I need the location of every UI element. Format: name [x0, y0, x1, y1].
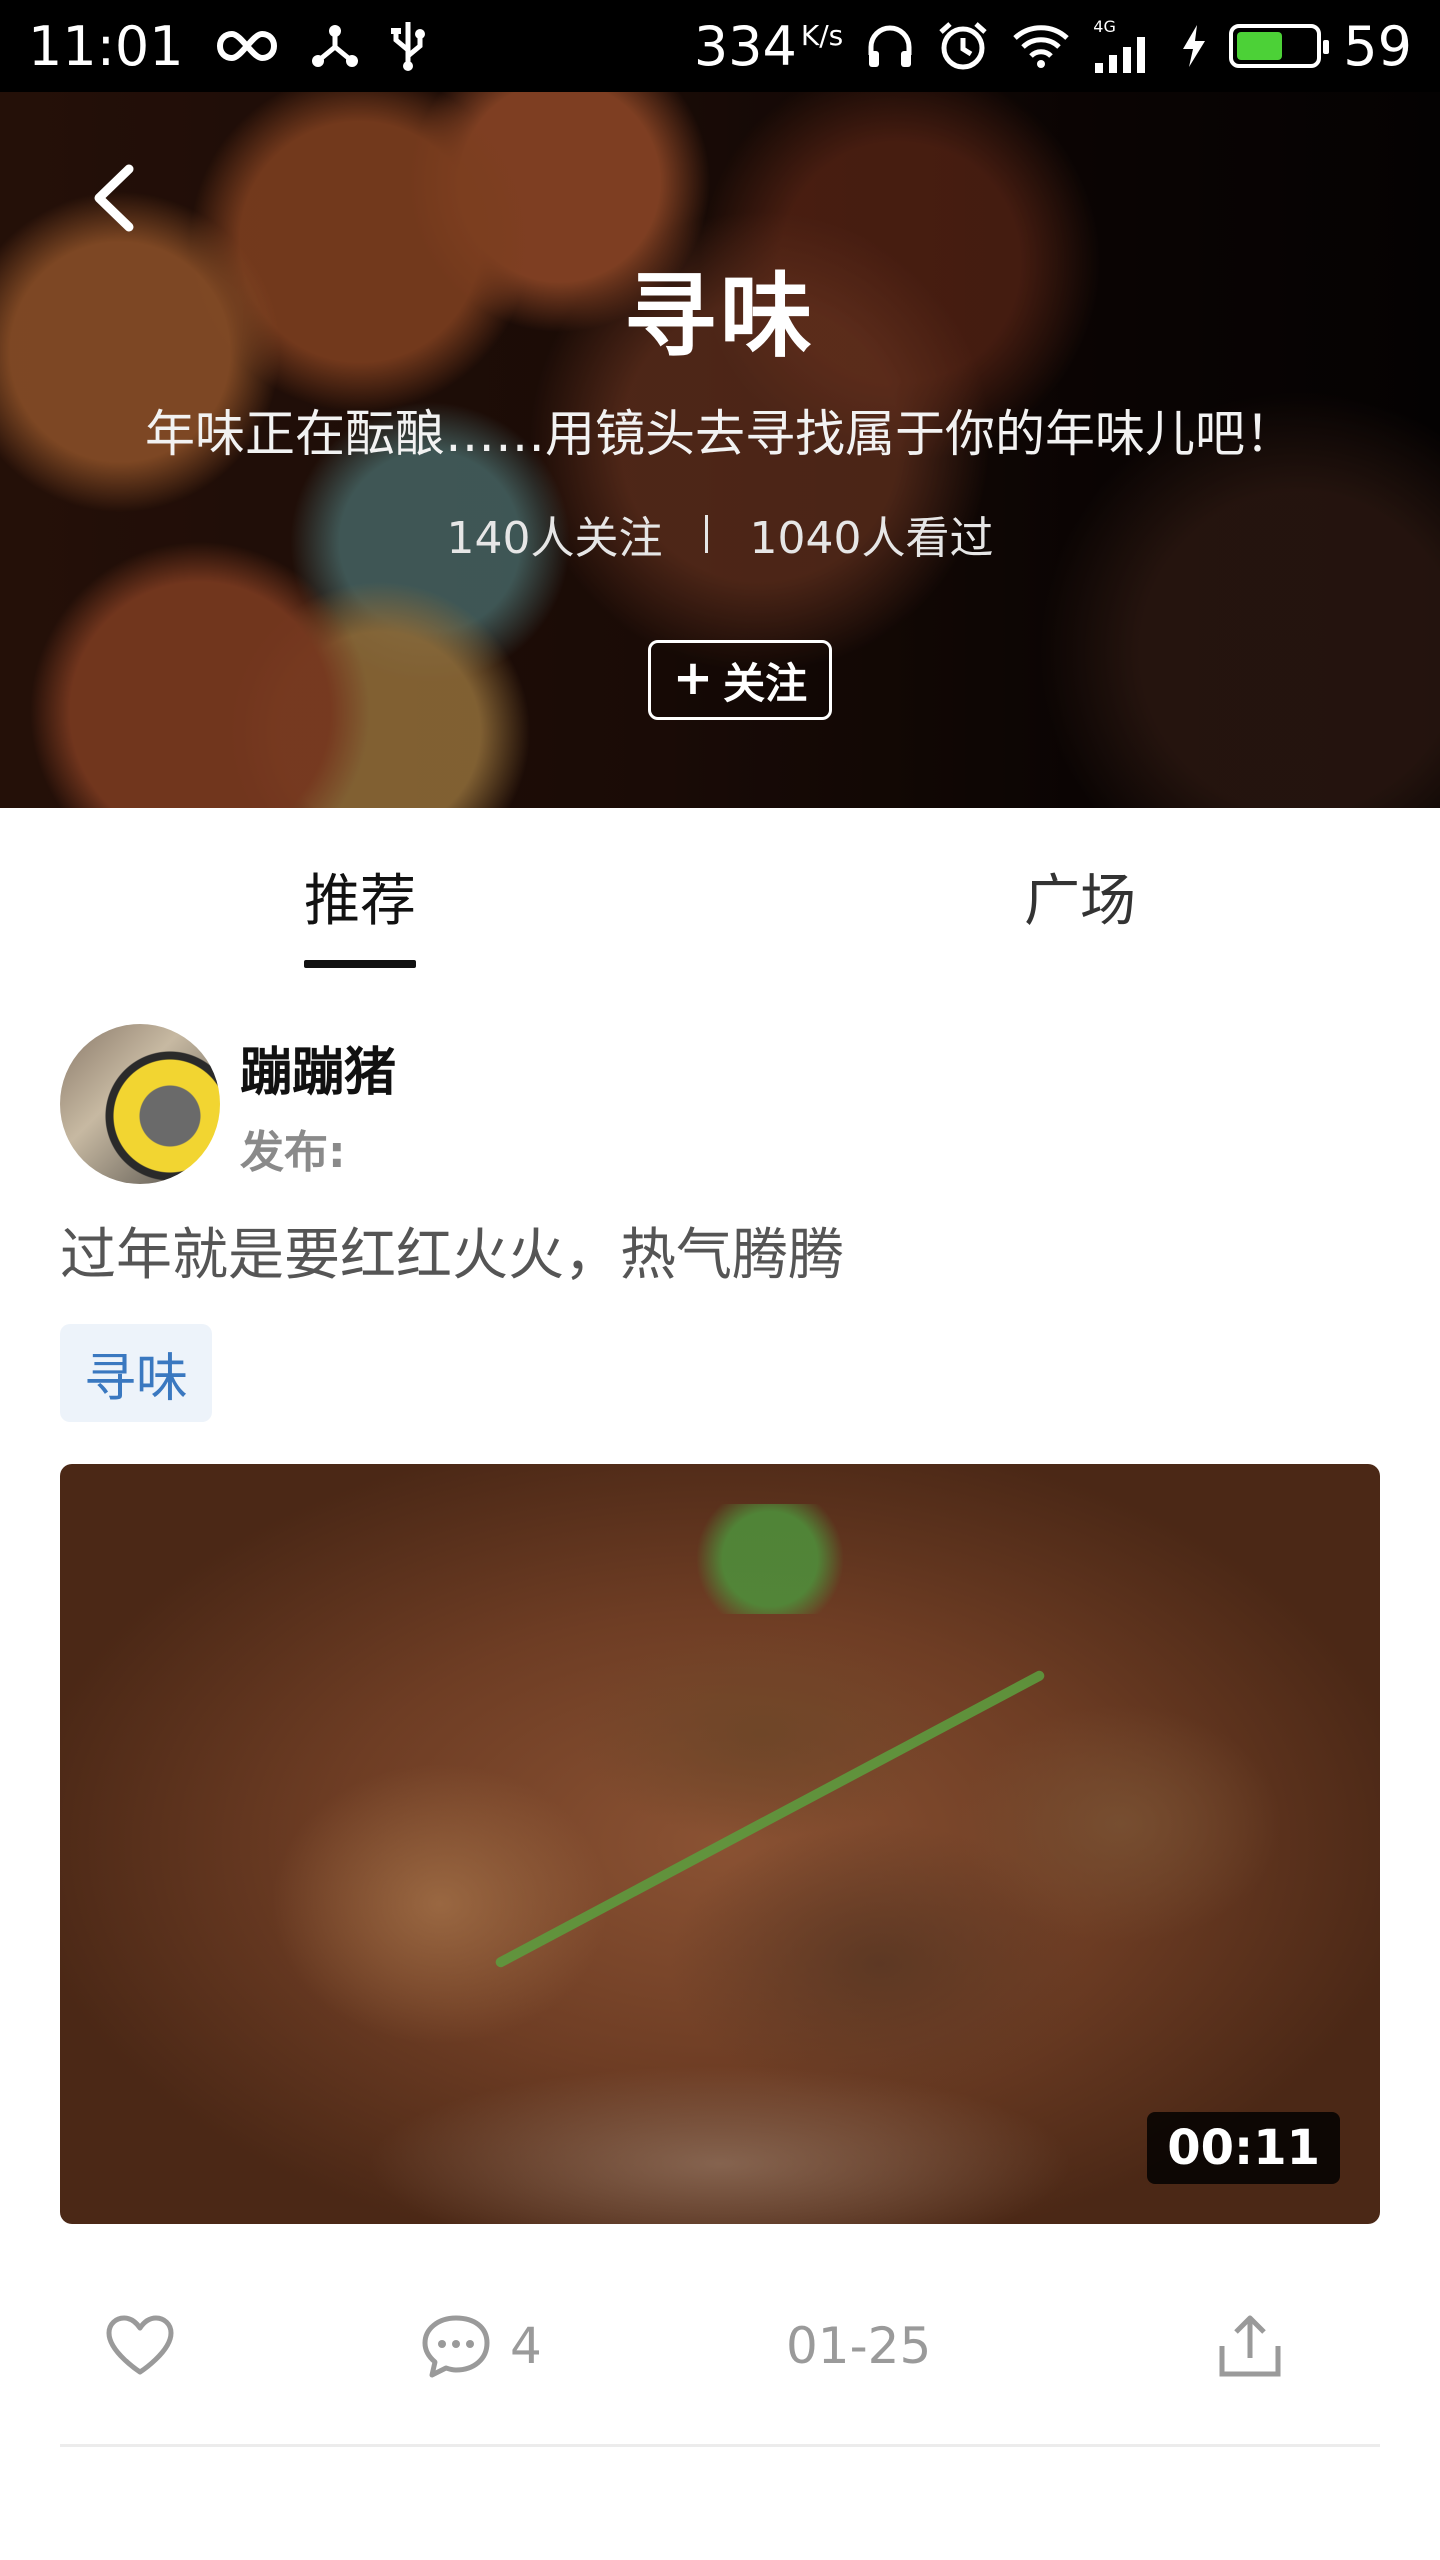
avatar[interactable] [60, 1024, 220, 1184]
battery-icon [1229, 24, 1330, 68]
comment-icon [422, 2315, 490, 2378]
charging-icon [1179, 23, 1207, 69]
topic-tag[interactable]: 寻味 [60, 1324, 212, 1422]
tab-plaza[interactable]: 广场 [1024, 856, 1136, 937]
video-thumbnail[interactable]: 00:11 [60, 1464, 1380, 2224]
topic-title: 寻味 [623, 263, 816, 370]
comment-count: 4 [510, 2317, 542, 2375]
status-time: 11:01 [28, 14, 184, 78]
author-name[interactable]: 蹦蹦猪 [240, 1030, 396, 1105]
usb-icon [390, 20, 426, 72]
share-button[interactable] [1216, 2296, 1284, 2396]
post-actions: 4 01-25 [0, 2296, 1440, 2396]
active-tab-indicator [304, 960, 416, 968]
topic-description: 年味正在酝酿……用镜头去寻找属于你的年味儿吧！ [145, 405, 1295, 463]
headphones-icon [865, 21, 915, 71]
post-meta: 发布: [240, 1127, 346, 1178]
battery-percent: 59 [1343, 14, 1412, 78]
video-duration: 00:11 [1147, 2112, 1340, 2184]
wifi-icon [1011, 22, 1071, 70]
net-speed: 334 K/s [694, 15, 843, 78]
tab-bar: 推荐 广场 [0, 808, 1440, 968]
topic-header: 寻味 年味正在酝酿……用镜头去寻找属于你的年味儿吧！ 140人关注 1040人看… [0, 92, 1440, 808]
alarm-icon [937, 20, 989, 72]
infinity-icon [214, 28, 280, 64]
stats-divider [704, 515, 708, 553]
comment-button[interactable]: 4 [420, 2296, 542, 2396]
follow-label: 关注 [723, 658, 808, 708]
tab-recommended[interactable]: 推荐 [304, 856, 416, 937]
followers-count: 140人关注 [446, 513, 663, 564]
topic-stats: 140人关注 1040人看过 [0, 502, 1440, 566]
views-count: 1040人看过 [749, 513, 994, 564]
heart-icon [106, 2315, 174, 2375]
status-bar: 11:01 334 K/s 4G 59 [0, 0, 1440, 92]
post-text: 过年就是要红红火火，热气腾腾 [60, 1223, 844, 1288]
like-button[interactable] [104, 2296, 176, 2396]
plus-icon: + [672, 650, 714, 706]
net-speed-unit: K/s [800, 18, 844, 52]
network-type: 4G [1093, 17, 1116, 36]
follow-button[interactable]: + 关注 [648, 640, 832, 720]
share-icon [310, 23, 360, 69]
post-divider [60, 2444, 1380, 2447]
post-date: 01-25 [786, 2317, 932, 2375]
battery-fill [1237, 32, 1283, 60]
back-arrow-icon [94, 164, 134, 232]
net-speed-value: 334 [693, 14, 797, 78]
share-upload-icon [1219, 2315, 1281, 2377]
back-button[interactable] [82, 158, 146, 238]
signal-icon: 4G [1093, 19, 1157, 73]
